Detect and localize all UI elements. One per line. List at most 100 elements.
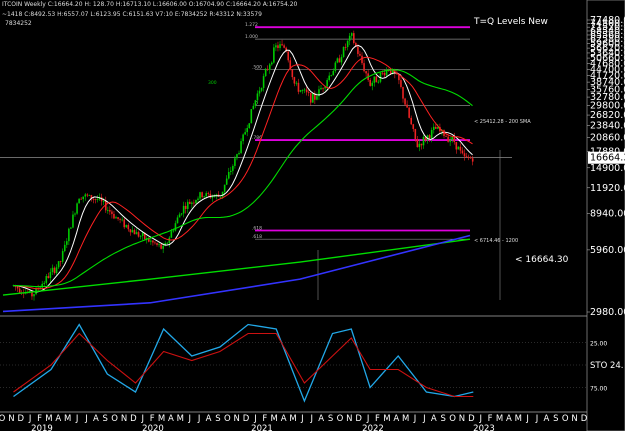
stoch-tick-label: 25.00	[590, 341, 607, 348]
candle-body	[49, 272, 52, 279]
x-tick-label: M	[271, 414, 278, 424]
candle-body	[295, 82, 298, 84]
fib-level-label: .500	[252, 64, 262, 70]
candle-body	[268, 64, 271, 70]
x-tick-label: J	[197, 414, 201, 424]
x-tick-label: O	[449, 414, 456, 424]
candle-body	[59, 261, 62, 262]
price-chart: 77480.0074500.0071520.0068540.0065560.00…	[0, 0, 625, 431]
x-tick-label: A	[393, 414, 399, 424]
candle-body	[195, 200, 197, 204]
candle-body	[467, 156, 470, 158]
sma-1200-annotation: < 6714.46 - 1200	[474, 238, 518, 244]
candle-body	[63, 244, 66, 252]
candle-body	[338, 58, 341, 63]
candle-body	[170, 231, 173, 238]
candle-body	[166, 242, 169, 244]
candle-body	[191, 202, 193, 204]
candle-body	[230, 170, 232, 172]
candle-body	[381, 72, 384, 74]
candle-body	[322, 87, 324, 89]
candle-body	[293, 77, 296, 84]
x-tick-label: M	[177, 414, 184, 424]
candle-body	[461, 150, 464, 154]
candle-body	[94, 199, 97, 200]
candle-body	[463, 153, 466, 157]
x-tick-label: N	[459, 414, 465, 424]
x-tick-label: F	[150, 414, 155, 424]
candle-body	[264, 68, 267, 77]
x-tick-label: N	[121, 414, 127, 424]
candle-body	[299, 90, 302, 92]
candle-body	[328, 75, 331, 81]
y-tick-label: 20860.00	[590, 133, 625, 144]
candle-body	[205, 193, 208, 197]
stoch-side-label: STO 24.	[590, 361, 624, 371]
candle-body	[279, 44, 281, 48]
x-tick-label: J	[84, 414, 88, 424]
candle-body	[211, 196, 214, 198]
candle-body	[174, 223, 177, 231]
y-tick-label: 8940.00	[590, 209, 625, 220]
candle-body	[109, 210, 111, 212]
candle-body	[176, 217, 179, 224]
candle-body	[359, 53, 361, 56]
y-tick-label: 23840.00	[590, 121, 625, 132]
x-tick-label: A	[93, 414, 99, 424]
green-marker-label: 300	[208, 80, 217, 86]
candle-body	[158, 244, 160, 246]
candle-body	[258, 90, 261, 94]
candle-body	[332, 71, 335, 76]
x-tick-label: J	[525, 414, 529, 424]
candle-body	[428, 135, 431, 138]
candle-body	[125, 224, 128, 228]
x-tick-label: F	[488, 414, 493, 424]
candle-body	[457, 146, 460, 150]
y-tick-label: 14900.00	[590, 163, 625, 174]
candle-body	[271, 62, 273, 65]
candle-body	[262, 76, 265, 88]
candle-body	[435, 126, 437, 129]
candle-body	[172, 230, 175, 232]
candle-body	[162, 245, 164, 249]
chart-header-line-3: 7834252	[5, 20, 32, 27]
x-tick-label: J	[187, 414, 191, 424]
candle-body	[416, 139, 419, 148]
candle-body	[66, 241, 68, 245]
candle-body	[82, 196, 85, 200]
candle-body	[336, 58, 339, 63]
candle-body	[309, 92, 312, 103]
y-tick-label: 5960.00	[590, 245, 625, 256]
candle-body	[455, 141, 458, 150]
candle-body	[70, 227, 72, 229]
current-price-box-text: 16664.30	[590, 153, 625, 164]
candle-body	[16, 286, 19, 289]
candle-body	[240, 141, 242, 153]
candle-body	[119, 218, 121, 220]
x-tick-label: J	[535, 414, 539, 424]
x-tick-label: O	[562, 414, 569, 424]
candle-body	[219, 196, 222, 198]
x-year-label: 2019	[31, 424, 53, 431]
candle-body	[326, 80, 328, 87]
candle-body	[307, 92, 310, 94]
candle-body	[193, 202, 195, 204]
candle-body	[283, 45, 285, 48]
x-tick-label: M	[289, 414, 296, 424]
x-year-label: 2021	[251, 424, 273, 431]
x-tick-label: J	[413, 414, 417, 424]
candle-body	[18, 288, 21, 293]
candle-body	[156, 243, 158, 245]
candle-body	[244, 132, 246, 135]
candle-body	[96, 199, 99, 200]
candle-body	[330, 75, 333, 77]
x-year-label: 2023	[473, 424, 495, 431]
candle-body	[232, 165, 234, 171]
candle-body	[72, 214, 74, 228]
fib-level-label: 1.272	[245, 22, 258, 28]
candle-body	[78, 198, 80, 204]
x-tick-label: J	[310, 414, 314, 424]
x-tick-label: A	[55, 414, 61, 424]
x-tick-label: N	[346, 414, 352, 424]
candle-body	[320, 87, 322, 90]
